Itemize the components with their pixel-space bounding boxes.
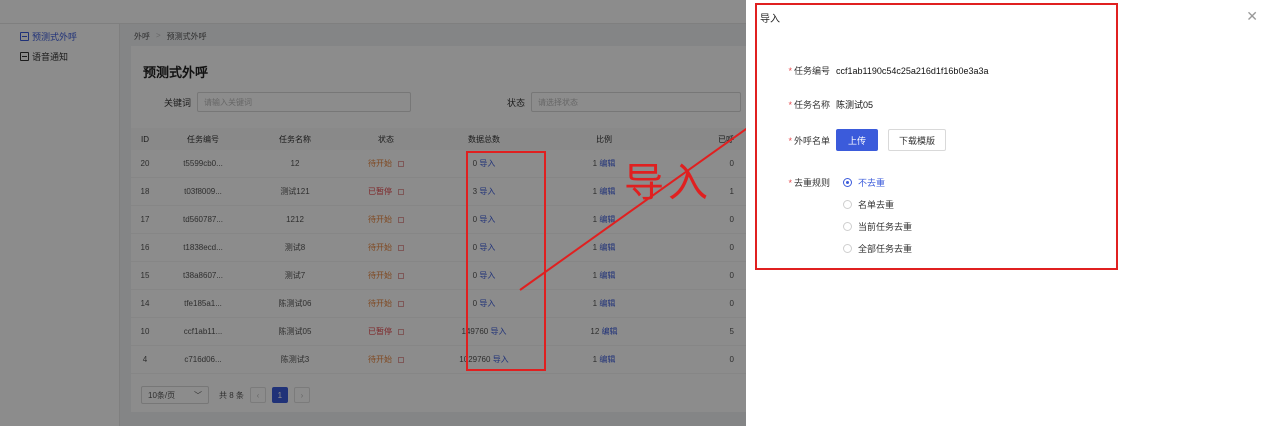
task-no-row: * 任务编号 ccf1ab1190c54c25a216d1f16b0e3a3a (746, 64, 988, 77)
task-name-row: * 任务名称 陈测试05 (746, 98, 873, 111)
required-mark: * (788, 135, 792, 146)
dedupe-option-all-tasks[interactable]: 全部任务去重 (843, 242, 912, 255)
task-no-label: 任务编号 (793, 66, 830, 76)
background-page: 预测式外呼 语音通知 外呼 > 预测式外呼 预测式外呼 关键词 请输入关键词 状… (0, 0, 746, 426)
download-template-button[interactable]: 下载模版 (888, 129, 947, 151)
radio-icon (843, 244, 852, 253)
radio-icon (843, 222, 852, 231)
radio-icon (843, 200, 852, 209)
annotation-highlight-box (466, 151, 546, 371)
upload-button[interactable]: 上传 (836, 129, 879, 151)
import-drawer: 导入 ✕ * 任务编号 ccf1ab1190c54c25a216d1f16b0e3… (746, 0, 1280, 426)
call-list-row: * 外呼名单 上传 下载模版 (746, 129, 947, 151)
call-list-label: 外呼名单 (793, 135, 830, 146)
task-name-label: 任务名称 (793, 100, 830, 110)
required-mark: * (788, 178, 792, 188)
dedupe-option-list[interactable]: 名单去重 (843, 198, 894, 211)
task-no-value: ccf1ab1190c54c25a216d1f16b0e3a3a (836, 65, 989, 76)
modal-mask[interactable] (0, 0, 746, 426)
drawer-title: 导入 (760, 14, 780, 25)
close-icon[interactable]: ✕ (1246, 8, 1258, 25)
dedupe-option-none[interactable]: 不去重 (843, 176, 885, 189)
annotation-label: 导入 (624, 160, 712, 206)
dedupe-label: 去重规则 (793, 178, 830, 188)
dedupe-option-current-task[interactable]: 当前任务去重 (843, 220, 912, 233)
dedupe-row: * 去重规则 (746, 176, 830, 189)
required-mark: * (788, 66, 792, 76)
radio-icon (843, 178, 852, 187)
task-name-value: 陈测试05 (836, 100, 874, 110)
required-mark: * (788, 100, 792, 110)
